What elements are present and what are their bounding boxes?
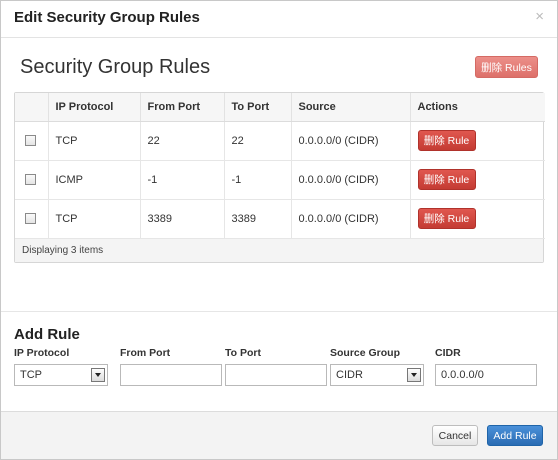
divider	[1, 311, 557, 312]
table-footer: Displaying 3 items	[15, 238, 543, 262]
source-cell: 0.0.0.0/0 (CIDR)	[291, 199, 411, 239]
modal-title: Edit Security Group Rules	[14, 9, 200, 26]
to-port-header: To Port	[224, 93, 292, 122]
row-checkbox[interactable]	[25, 135, 36, 147]
row-checkbox[interactable]	[25, 174, 36, 186]
ip-protocol-header: IP Protocol	[48, 93, 141, 122]
close-icon[interactable]: ×	[535, 9, 544, 24]
table-row: TCP 3389 3389 0.0.0.0/0 (CIDR) 删除 Rule	[15, 199, 545, 239]
to-port-input[interactable]	[225, 364, 327, 386]
cidr-label: CIDR	[435, 347, 461, 359]
section-title: Security Group Rules	[20, 56, 211, 78]
from-port-cell: 3389	[140, 199, 225, 239]
protocol-cell: TCP	[48, 199, 141, 239]
to-port-label: To Port	[225, 347, 261, 359]
chevron-down-icon[interactable]	[407, 368, 421, 382]
delete-rule-button[interactable]: 删除 Rule	[417, 169, 476, 190]
cidr-input[interactable]: 0.0.0.0/0	[435, 364, 537, 386]
select-all-header	[15, 93, 49, 122]
source-cell: 0.0.0.0/0 (CIDR)	[291, 160, 411, 200]
add-rule-title: Add Rule	[14, 326, 80, 343]
from-port-label: From Port	[120, 347, 171, 359]
source-group-label: Source Group	[330, 347, 401, 359]
row-checkbox[interactable]	[25, 213, 36, 225]
protocol-cell: ICMP	[48, 160, 141, 200]
cancel-button[interactable]: Cancel	[432, 425, 478, 446]
ip-protocol-value: TCP	[20, 369, 42, 381]
table-row: TCP 22 22 0.0.0.0/0 (CIDR) 删除 Rule	[15, 121, 545, 161]
from-port-cell: -1	[140, 160, 225, 200]
source-header: Source	[291, 93, 411, 122]
delete-rules-button[interactable]: 删除 Rules	[475, 56, 538, 78]
table-header-row: IP Protocol From Port To Port Source Act…	[15, 93, 545, 122]
to-port-cell: -1	[224, 160, 292, 200]
rules-table: IP Protocol From Port To Port Source Act…	[14, 92, 545, 263]
source-cell: 0.0.0.0/0 (CIDR)	[291, 121, 411, 161]
source-group-select[interactable]: CIDR	[330, 364, 424, 386]
add-rule-button[interactable]: Add Rule	[487, 425, 543, 446]
modal-footer: Cancel Add Rule	[1, 411, 557, 459]
to-port-cell: 22	[224, 121, 292, 161]
source-group-value: CIDR	[336, 369, 363, 381]
from-port-header: From Port	[140, 93, 225, 122]
protocol-cell: TCP	[48, 121, 141, 161]
from-port-input[interactable]	[120, 364, 222, 386]
delete-rule-button[interactable]: 删除 Rule	[417, 130, 476, 151]
table-row: ICMP -1 -1 0.0.0.0/0 (CIDR) 删除 Rule	[15, 160, 545, 200]
actions-header: Actions	[410, 93, 545, 122]
to-port-cell: 3389	[224, 199, 292, 239]
ip-protocol-select[interactable]: TCP	[14, 364, 108, 386]
edit-security-group-rules-modal: Edit Security Group Rules × Security Gro…	[0, 0, 558, 460]
chevron-down-icon[interactable]	[91, 368, 105, 382]
ip-protocol-label: IP Protocol	[14, 347, 70, 359]
modal-header: Edit Security Group Rules ×	[1, 1, 557, 38]
delete-rule-button[interactable]: 删除 Rule	[417, 208, 476, 229]
from-port-cell: 22	[140, 121, 225, 161]
